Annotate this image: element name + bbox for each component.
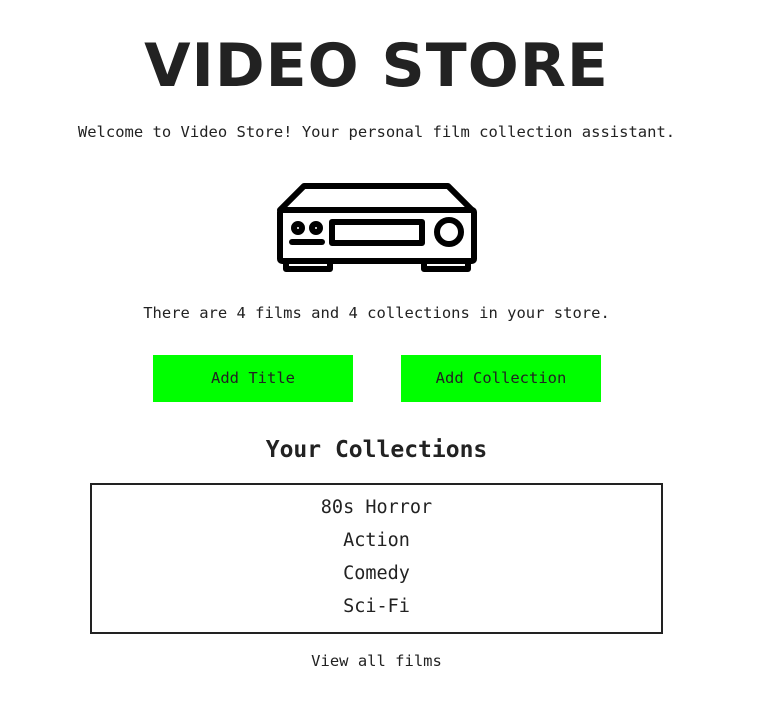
vcr-icon xyxy=(277,183,477,272)
collection-item-action[interactable]: Action xyxy=(92,524,661,557)
add-collection-button[interactable]: Add Collection xyxy=(401,355,601,402)
collection-item-80s-horror[interactable]: 80s Horror xyxy=(92,491,661,524)
welcome-text: Welcome to Video Store! Your personal fi… xyxy=(77,123,676,141)
view-all-films-link[interactable]: View all films xyxy=(0,650,753,672)
page: VIDEO STORE Welcome to Video Store! Your… xyxy=(0,0,753,727)
collection-item-sci-fi[interactable]: Sci-Fi xyxy=(92,590,661,623)
page-title: VIDEO STORE xyxy=(144,31,609,101)
store-summary: There are 4 films and 4 collections in y… xyxy=(143,304,610,322)
collections-heading: Your Collections xyxy=(265,437,488,463)
collections-list: 80s Horror Action Comedy Sci-Fi xyxy=(90,483,663,634)
collection-item-comedy[interactable]: Comedy xyxy=(92,557,661,590)
add-title-button[interactable]: Add Title xyxy=(153,355,353,402)
